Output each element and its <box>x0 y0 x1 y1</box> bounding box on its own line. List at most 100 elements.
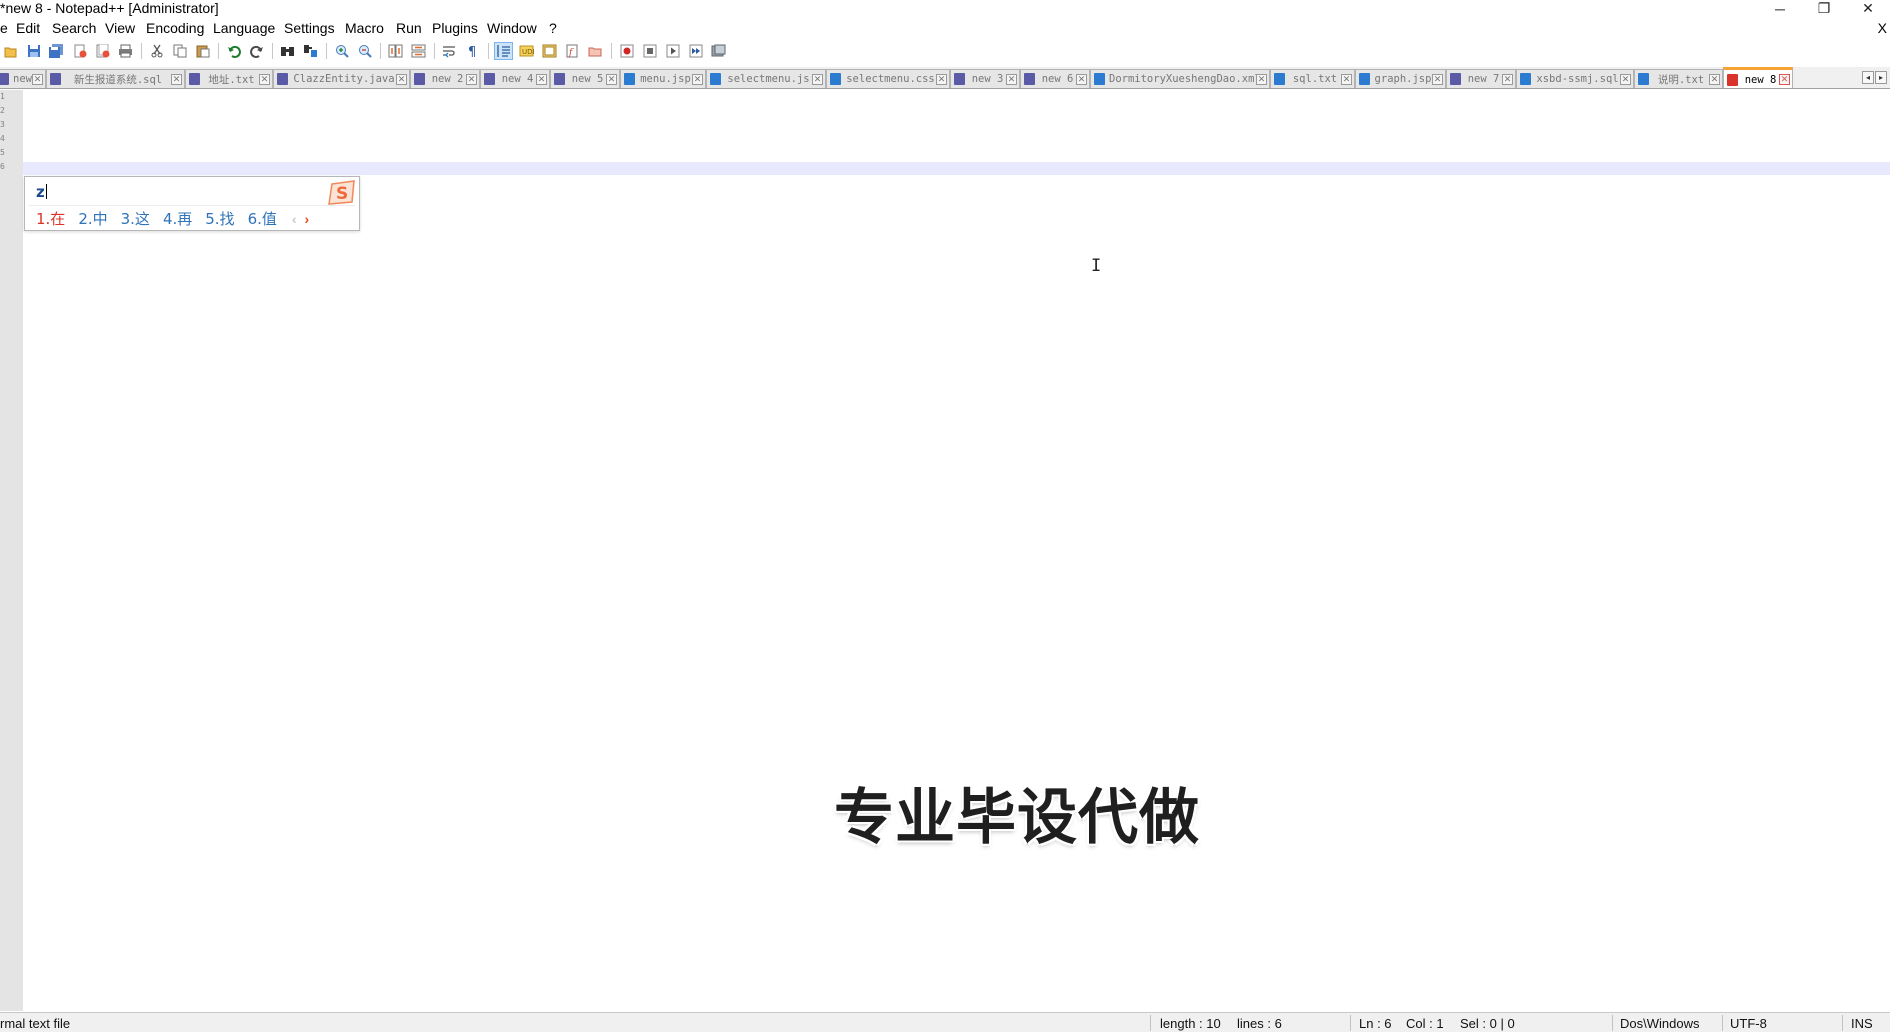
replace-icon[interactable] <box>302 43 319 59</box>
menu-macro[interactable]: Macro <box>345 20 384 37</box>
tab-new-6[interactable]: new 6 ✕ <box>1020 69 1090 88</box>
doc-map-icon[interactable] <box>541 43 558 59</box>
tab-close-icon[interactable]: ✕ <box>536 73 547 85</box>
menu-run[interactable]: Run <box>396 20 422 37</box>
sync-horizontal-icon[interactable] <box>410 43 427 59</box>
redo-icon[interactable] <box>248 43 265 59</box>
menu-file[interactable]: e <box>0 20 8 37</box>
tab-close-icon[interactable]: ✕ <box>396 73 407 85</box>
tab-close-icon[interactable]: ✕ <box>1779 74 1790 85</box>
close-all-icon[interactable] <box>94 43 111 59</box>
cut-icon[interactable] <box>148 43 165 59</box>
ime-candidate[interactable]: 4.再 <box>163 208 192 229</box>
show-all-chars-icon[interactable]: ¶ <box>464 43 481 59</box>
user-defined-lang-icon[interactable]: UDL <box>518 43 535 59</box>
zoom-in-icon[interactable] <box>333 43 350 59</box>
undo-icon[interactable] <box>225 43 242 59</box>
status-encoding[interactable]: UTF-8 <box>1730 1016 1767 1031</box>
ime-candidate-list: 1.在 2.中 3.这 4.再 5.找 6.值 ‹ › <box>36 208 315 229</box>
play-macro-icon[interactable] <box>664 43 681 59</box>
tab-close-icon[interactable]: ✕ <box>1502 73 1513 85</box>
ime-candidate[interactable]: 3.这 <box>121 208 150 229</box>
tab-close-icon[interactable]: ✕ <box>1709 73 1720 85</box>
tab-dormitory-dao-xml[interactable]: DormitoryXueshengDao.xml ✕ <box>1090 69 1270 88</box>
function-list-icon[interactable]: f <box>564 43 581 59</box>
menu-plugins[interactable]: Plugins <box>432 20 478 37</box>
tab-new-8[interactable]: new 8 ✕ <box>1723 67 1793 88</box>
ime-next-page-icon[interactable]: › <box>305 211 310 227</box>
word-wrap-icon[interactable] <box>441 43 458 59</box>
paste-icon[interactable] <box>194 43 211 59</box>
tab-new-2[interactable]: new 2 ✕ <box>410 69 480 88</box>
run-macro-multiple-icon[interactable] <box>687 43 704 59</box>
tab-new-3[interactable]: new 3 ✕ <box>950 69 1020 88</box>
tab-close-icon[interactable]: ✕ <box>936 73 947 85</box>
ime-candidate[interactable]: 1.在 <box>36 208 65 229</box>
ime-prev-page-icon[interactable]: ‹ <box>292 211 297 227</box>
tab-close-icon[interactable]: ✕ <box>606 73 617 85</box>
tab-xinsheng-sql[interactable]: 新生报道系统.sql ✕ <box>46 69 185 88</box>
menu-edit[interactable]: Edit <box>16 20 40 37</box>
tab-new-7[interactable]: new 7 ✕ <box>1446 69 1516 88</box>
ime-candidate[interactable]: 5.找 <box>205 208 234 229</box>
minimize-button[interactable]: ─ <box>1758 0 1802 17</box>
unsaved-file-icon <box>484 73 495 85</box>
ime-candidate[interactable]: 2.中 <box>78 208 107 229</box>
tab-shuoming-txt[interactable]: 说明.txt ✕ <box>1634 69 1723 88</box>
menu-language[interactable]: Language <box>213 20 275 37</box>
sync-vertical-icon[interactable] <box>387 43 404 59</box>
sogou-logo-icon[interactable]: S <box>326 178 358 206</box>
record-macro-icon[interactable] <box>618 43 635 59</box>
copy-icon[interactable] <box>171 43 188 59</box>
tab-selectmenu-css[interactable]: selectmenu.css ✕ <box>826 69 950 88</box>
tab-scroll-right-icon[interactable]: ▸ <box>1875 71 1887 84</box>
restore-button[interactable]: ❐ <box>1802 0 1846 17</box>
tab-new-5[interactable]: new 5 ✕ <box>550 69 620 88</box>
find-icon[interactable] <box>279 43 296 59</box>
tab-close-icon[interactable]: ✕ <box>1006 73 1017 85</box>
close-icon[interactable] <box>71 43 88 59</box>
tab-close-icon[interactable]: ✕ <box>692 73 703 85</box>
ime-candidate[interactable]: 6.值 <box>248 208 277 229</box>
save-macro-icon[interactable] <box>710 43 727 59</box>
tab-label: ClazzEntity.java <box>293 73 395 85</box>
menu-encoding[interactable]: Encoding <box>146 20 204 37</box>
tab-close-icon[interactable]: ✕ <box>259 73 270 85</box>
tab-close-icon[interactable]: ✕ <box>1620 73 1631 85</box>
menu-window[interactable]: Window <box>487 20 537 37</box>
tab-close-icon[interactable]: ✕ <box>1432 73 1443 85</box>
menu-search[interactable]: Search <box>52 20 96 37</box>
tab-close-icon[interactable]: ✕ <box>32 73 43 85</box>
stop-record-icon[interactable] <box>641 43 658 59</box>
tab-close-icon[interactable]: ✕ <box>812 73 823 85</box>
tab-menu-jsp[interactable]: menu.jsp ✕ <box>620 69 706 88</box>
menu-view[interactable]: View <box>105 20 135 37</box>
tab-close-icon[interactable]: ✕ <box>1256 73 1267 85</box>
tab-close-icon[interactable]: ✕ <box>1076 73 1087 85</box>
tab-graph-jsp[interactable]: graph.jsp ✕ <box>1355 69 1446 88</box>
close-button[interactable]: ✕ <box>1846 0 1890 17</box>
tab-close-icon[interactable]: ✕ <box>1341 73 1352 85</box>
zoom-out-icon[interactable] <box>356 43 373 59</box>
tab-scroll-left-icon[interactable]: ◂ <box>1862 71 1874 84</box>
print-icon[interactable] <box>117 43 134 59</box>
menu-help[interactable]: ? <box>549 20 557 37</box>
status-insert-mode[interactable]: INS <box>1851 1016 1873 1031</box>
tab-new-4[interactable]: new 4 ✕ <box>480 69 550 88</box>
menu-settings[interactable]: Settings <box>284 20 335 37</box>
save-icon[interactable] <box>25 43 42 59</box>
tab-close-icon[interactable]: ✕ <box>171 73 182 85</box>
tab-new-1[interactable]: new 1 ✕ <box>0 69 46 88</box>
status-eol-format[interactable]: Dos\Windows <box>1620 1016 1699 1031</box>
tab-xsbd-ssmj-sql[interactable]: xsbd-ssmj.sql ✕ <box>1516 69 1634 88</box>
tab-sql-txt[interactable]: sql.txt ✕ <box>1270 69 1355 88</box>
tab-clazzentity-java[interactable]: ClazzEntity.java ✕ <box>273 69 410 88</box>
tab-dizhi-txt[interactable]: 地址.txt ✕ <box>185 69 273 88</box>
tab-selectmenu-js[interactable]: selectmenu.js ✕ <box>706 69 826 88</box>
folder-as-workspace-icon[interactable] <box>587 43 604 59</box>
tab-close-icon[interactable]: ✕ <box>466 73 477 85</box>
save-all-icon[interactable] <box>48 43 65 59</box>
indent-guide-icon[interactable] <box>494 42 513 60</box>
open-file-icon[interactable] <box>3 43 20 59</box>
close-document-button[interactable]: X <box>1878 20 1887 36</box>
